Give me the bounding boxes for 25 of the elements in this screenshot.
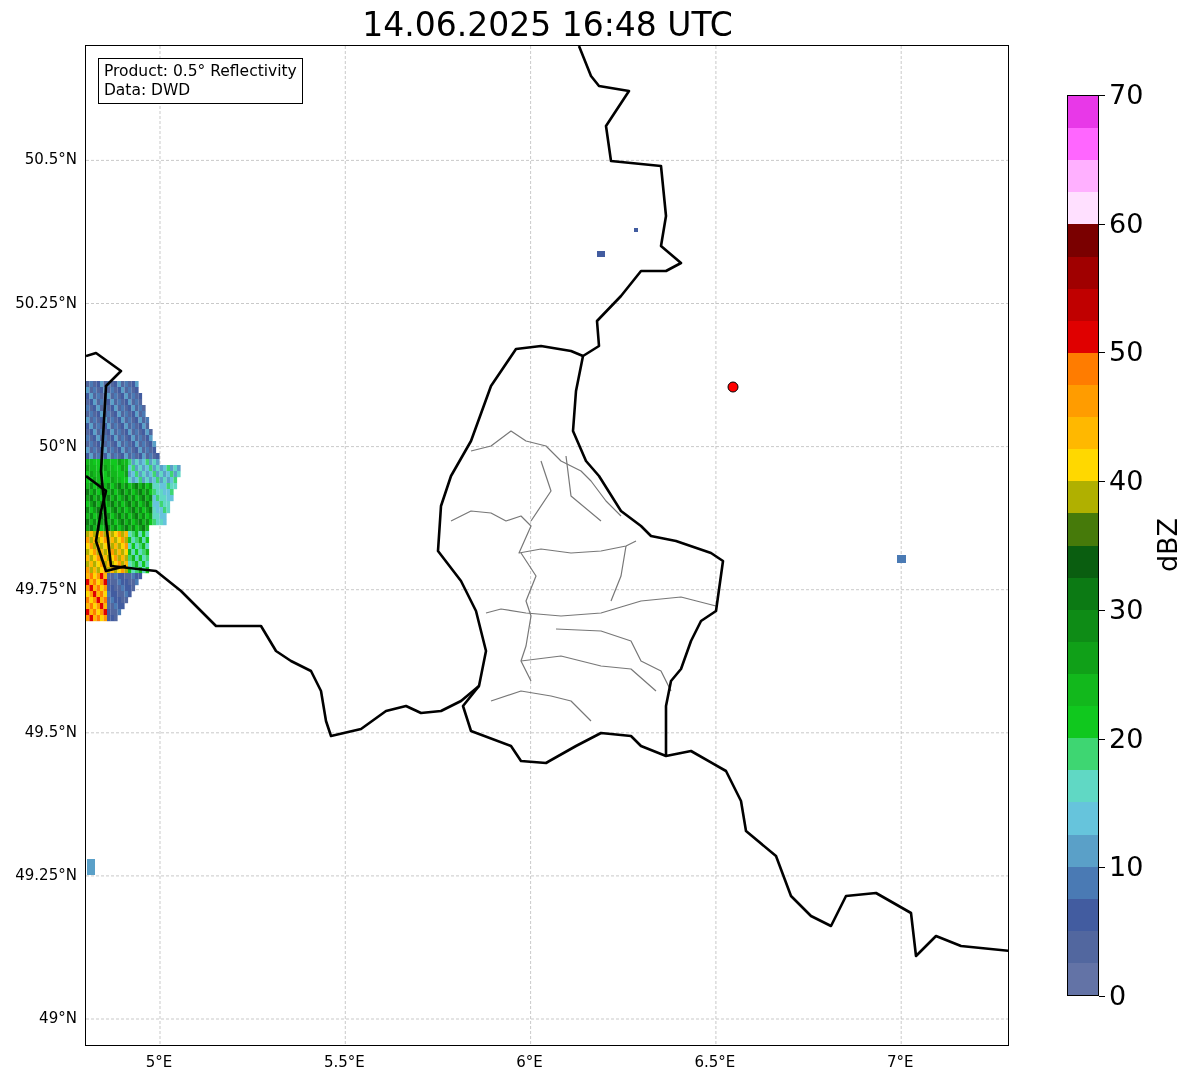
colorbar-label: dBZ	[1151, 517, 1183, 573]
latitude-label: 49.5°N	[24, 722, 77, 741]
longitude-label: 7°E	[886, 1053, 914, 1071]
colorbar-tick-label: 40	[1109, 466, 1144, 497]
longitude-label: 5°E	[145, 1053, 173, 1071]
colorbar-tick-label: 0	[1109, 981, 1127, 1011]
chart-title: 14.06.2025 16:48 UTC	[362, 5, 733, 45]
latitude-label: 49°N	[39, 1009, 77, 1027]
colorbar-tick-label: 30	[1109, 594, 1144, 625]
colorbar-tick-label: 10	[1109, 852, 1144, 883]
latitude-label: 50.5°N	[24, 150, 77, 169]
longitude-label: 6°E	[516, 1053, 543, 1071]
latitude-label: 49.75°N	[15, 579, 77, 598]
colorbar-tick-label: 60	[1109, 208, 1144, 239]
latitude-label: 50°N	[39, 436, 77, 455]
info-text: Product: 0.5° Reflectivity	[103, 62, 297, 81]
colorbar-tick-label: 50	[1109, 337, 1144, 368]
location-marker	[727, 381, 739, 393]
latitude-label: 49.25°N	[15, 865, 77, 884]
colorbar-tick-label: 70	[1109, 80, 1144, 110]
latitude-label: 50.25°N	[15, 293, 77, 312]
longitude-label: 5.5°E	[323, 1053, 365, 1071]
longitude-label: 6.5°E	[694, 1053, 736, 1071]
info-text: Data: DWD	[103, 81, 192, 100]
colorbar-tick-label: 20	[1109, 723, 1144, 754]
